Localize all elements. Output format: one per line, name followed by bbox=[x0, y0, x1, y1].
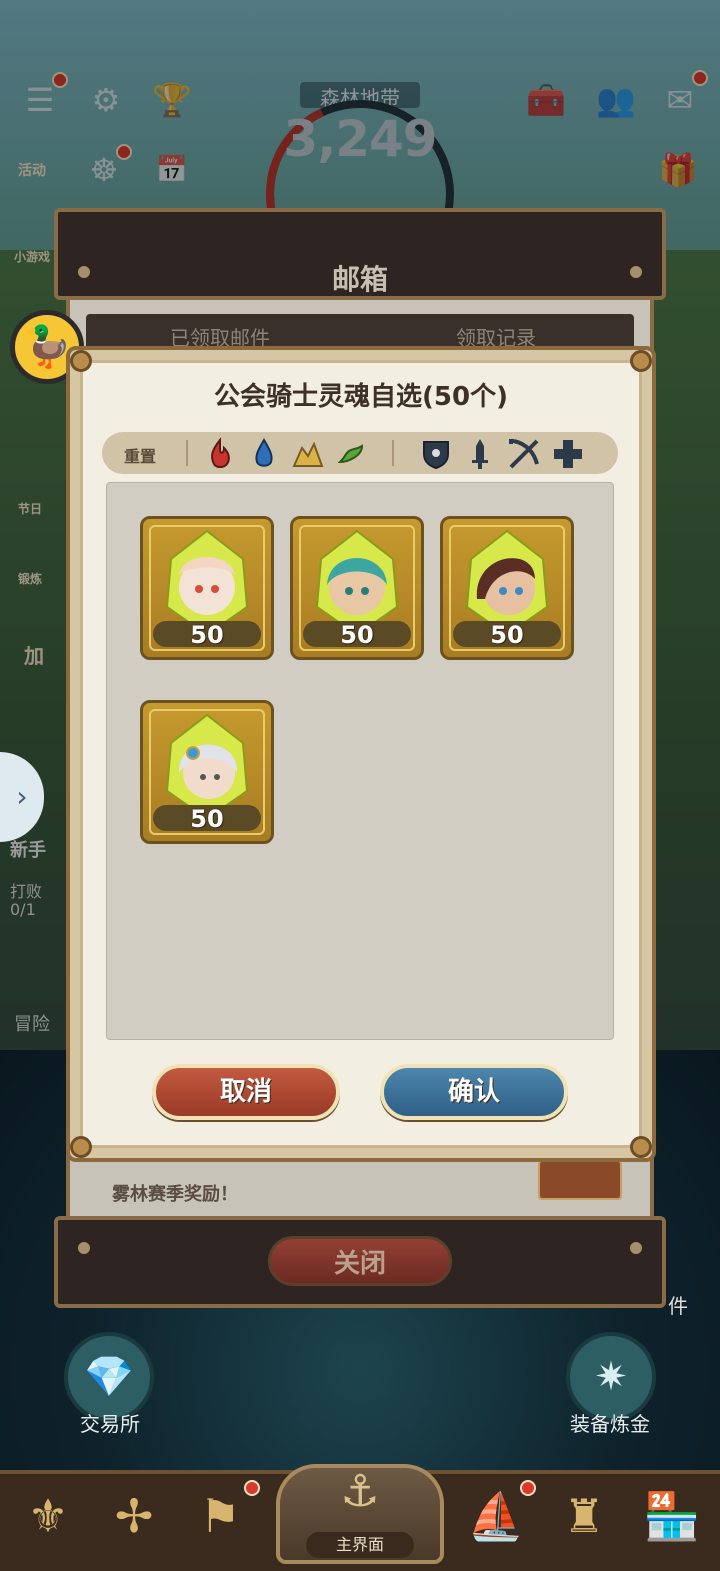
cancel-button[interactable]: 取消 bbox=[152, 1064, 340, 1120]
fire-element-icon[interactable] bbox=[202, 436, 238, 472]
knight-soul-card[interactable]: 50 bbox=[140, 700, 274, 844]
card-count: 50 bbox=[340, 621, 374, 649]
close-button[interactable]: 关闭 bbox=[268, 1236, 452, 1286]
card-count: 50 bbox=[190, 805, 224, 833]
tank-shield-icon[interactable] bbox=[418, 436, 454, 472]
right-edge-text: 件 bbox=[668, 1294, 688, 1318]
propeller-nav-icon[interactable]: ✢ bbox=[96, 1478, 172, 1554]
divider bbox=[392, 440, 394, 466]
mail-item-text: 雾林赛季奖励！ bbox=[112, 1184, 238, 1205]
anchor-icon: ⚓ bbox=[340, 1466, 380, 1517]
dialog-title: 公会骑士灵魂自选(50个) bbox=[214, 382, 508, 412]
shop-nav-icon[interactable]: 🏪 bbox=[634, 1478, 710, 1554]
hero-nav-icon[interactable]: ⚜ bbox=[10, 1478, 86, 1554]
castle-nav-icon[interactable]: ♜ bbox=[546, 1478, 622, 1554]
healer-cross-icon[interactable] bbox=[550, 436, 586, 472]
equipment-alchemy-label[interactable]: 装备炼金 bbox=[550, 1408, 670, 1437]
warrior-sword-icon[interactable] bbox=[462, 436, 498, 472]
mail-attachment-icon bbox=[538, 1160, 622, 1200]
mail-item[interactable]: 雾林赛季奖励！ bbox=[86, 1160, 634, 1205]
corner-rivet bbox=[70, 1136, 92, 1158]
wind-element-icon[interactable] bbox=[334, 436, 370, 472]
knight-soul-card[interactable]: 50 bbox=[440, 516, 574, 660]
divider bbox=[186, 440, 188, 466]
confirm-button[interactable]: 确认 bbox=[380, 1064, 568, 1120]
bolt bbox=[78, 1242, 90, 1254]
card-count: 50 bbox=[190, 621, 224, 649]
knight-soul-card[interactable]: 50 bbox=[290, 516, 424, 660]
earth-element-icon[interactable] bbox=[290, 436, 326, 472]
nav-badge bbox=[520, 1480, 536, 1496]
water-element-icon[interactable] bbox=[246, 436, 282, 472]
nav-badge bbox=[244, 1480, 260, 1496]
exchange-label[interactable]: 交易所 bbox=[50, 1408, 170, 1437]
home-label: 主界面 bbox=[306, 1532, 414, 1558]
bolt bbox=[630, 1242, 642, 1254]
corner-rivet bbox=[630, 1136, 652, 1158]
knight-soul-card[interactable]: 50 bbox=[140, 516, 274, 660]
card-count: 50 bbox=[490, 621, 524, 649]
ranged-bow-icon[interactable] bbox=[506, 436, 542, 472]
reset-filter-button[interactable]: 重置 bbox=[124, 443, 156, 467]
corner-rivet bbox=[70, 350, 92, 372]
mailbox-title: 邮箱 bbox=[331, 263, 388, 296]
corner-rivet bbox=[630, 350, 652, 372]
